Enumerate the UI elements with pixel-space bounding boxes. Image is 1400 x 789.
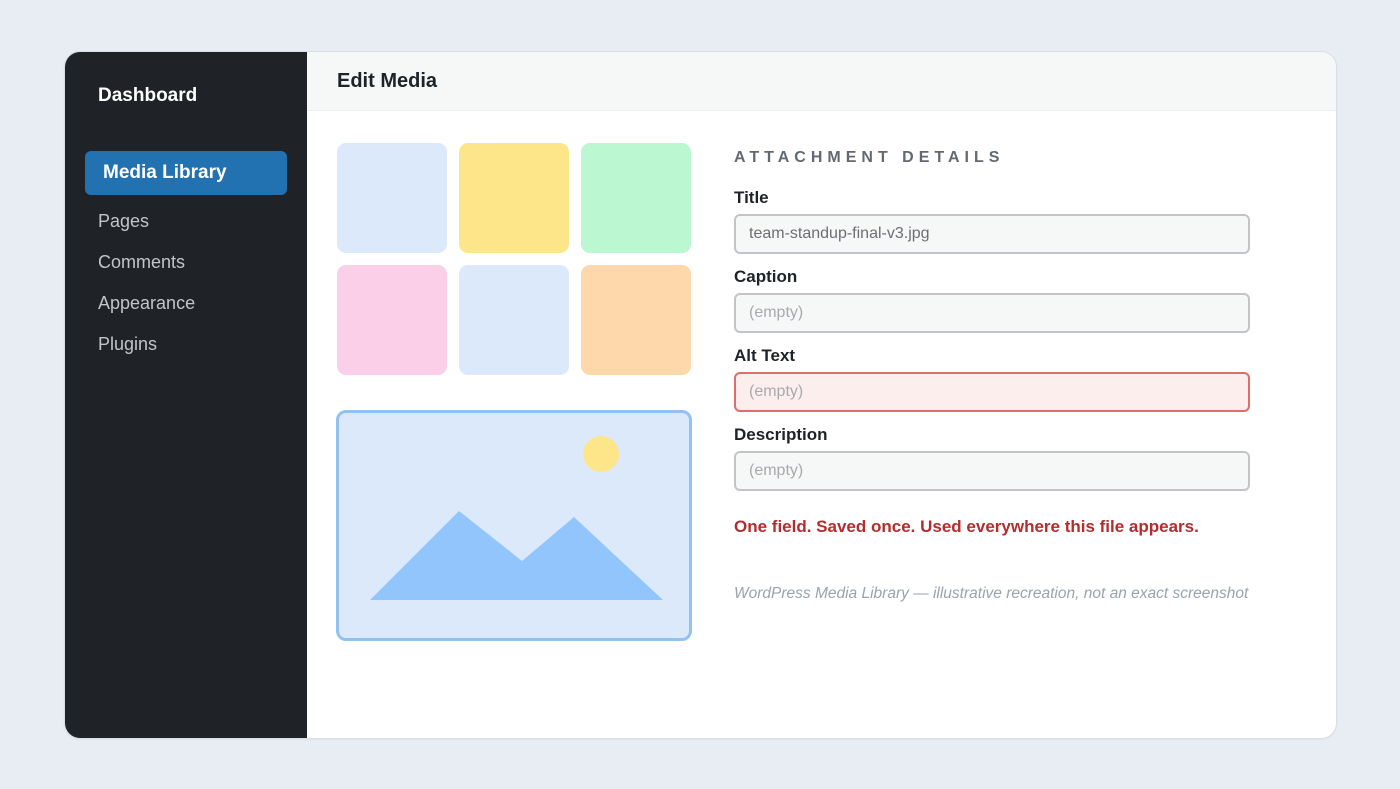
media-editor-window: Dashboard Media Library Pages Comments A… — [64, 51, 1337, 739]
description-label: Description — [734, 425, 828, 444]
alt-text-label: Alt Text — [734, 346, 796, 365]
media-thumbnail[interactable] — [581, 143, 691, 253]
caption-label: Caption — [734, 267, 798, 286]
sidebar-item-appearance[interactable]: Appearance — [98, 293, 195, 314]
image-placeholder-icon — [370, 436, 663, 600]
title-label: Title — [734, 188, 769, 207]
mountains-icon — [370, 511, 663, 600]
media-thumbnail[interactable] — [581, 265, 691, 375]
sidebar-item-pages[interactable]: Pages — [98, 211, 149, 232]
description-field[interactable] — [734, 451, 1250, 491]
title-field[interactable] — [734, 214, 1250, 254]
media-thumbnail[interactable] — [459, 265, 569, 375]
attachment-details-heading: ATTACHMENT DETAILS — [734, 149, 1005, 166]
page-header: Edit Media — [307, 52, 1336, 111]
sidebar-item-media-library[interactable]: Media Library — [85, 151, 287, 195]
sun-icon — [583, 436, 619, 472]
callout-message: One field. Saved once. Used everywhere t… — [734, 517, 1199, 536]
footnote: WordPress Media Library — illustrative r… — [734, 585, 1249, 602]
media-thumbnail[interactable] — [337, 265, 447, 375]
page-title: Edit Media — [337, 70, 438, 92]
sidebar: Dashboard Media Library Pages Comments A… — [65, 52, 307, 738]
media-thumbnail[interactable] — [459, 143, 569, 253]
image-preview — [336, 410, 692, 641]
sidebar-item-comments[interactable]: Comments — [98, 252, 185, 273]
caption-field[interactable] — [734, 293, 1250, 333]
sidebar-item-plugins[interactable]: Plugins — [98, 334, 157, 355]
media-thumbnail[interactable] — [337, 143, 447, 253]
sidebar-brand-dashboard[interactable]: Dashboard — [98, 85, 197, 107]
alt-text-field[interactable] — [734, 372, 1250, 412]
